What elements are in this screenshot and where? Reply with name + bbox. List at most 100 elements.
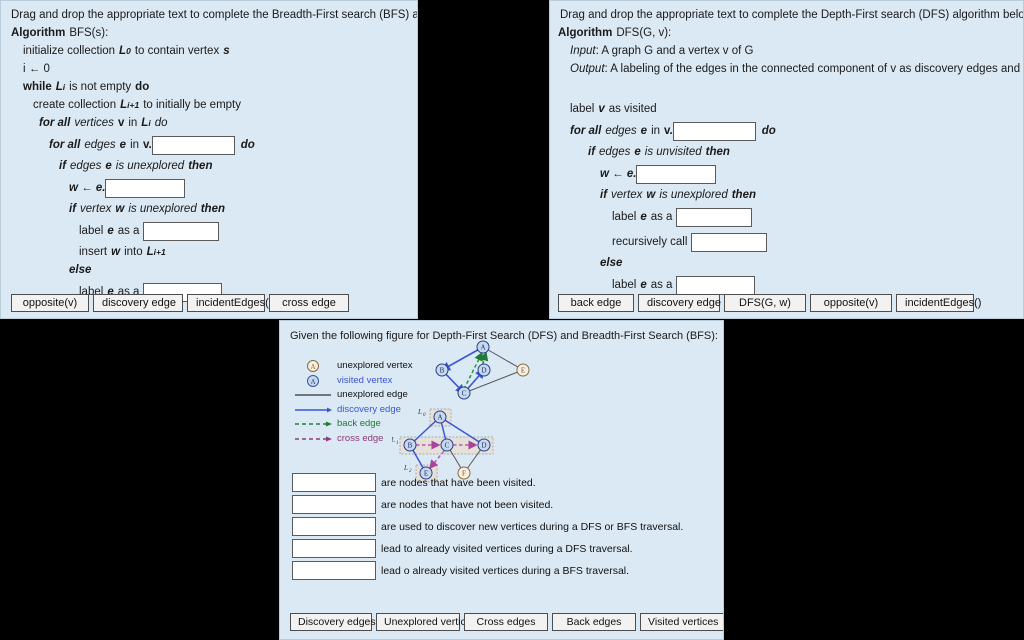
bfs-w-assign-text: w ← e. bbox=[69, 182, 106, 194]
bfs-i-assign-text: i ← 0 bbox=[23, 63, 50, 75]
bfs-line-else: else bbox=[1, 259, 417, 277]
dfs-forall-mid: edges bbox=[605, 125, 637, 137]
dfs-dropzone-5[interactable] bbox=[676, 276, 756, 295]
bfs-init-tail: to contain vertex bbox=[134, 45, 220, 57]
dfs-label1-text: label bbox=[612, 211, 637, 223]
bfs-insert-subscript: i+1 bbox=[153, 247, 166, 257]
bfs-if-vertex-var: w bbox=[115, 203, 125, 215]
dfs-input-text: : A graph G and a vertex v of G bbox=[595, 45, 754, 57]
bfs-line-if-vertex: if vertex w is unexplored then bbox=[1, 198, 417, 216]
bfs-forall1-subscript: i bbox=[148, 118, 151, 128]
dfs-if-edges-keyword: if bbox=[588, 146, 596, 158]
legend-row-unexplored-edge: unexplored edge bbox=[292, 388, 413, 403]
dfs-token-discovery-edge[interactable]: discovery edge bbox=[638, 294, 721, 312]
figure-dropzone-4[interactable] bbox=[292, 539, 376, 558]
bfs-if-edges-then: then bbox=[188, 160, 213, 172]
figure-dropzone-5[interactable] bbox=[292, 561, 376, 580]
dfs-if-edges-mid: edges bbox=[599, 146, 631, 158]
unexplored-vertex-icon: A bbox=[292, 359, 334, 373]
figure-token-unexplored-vertices[interactable]: Unexplored vertices bbox=[376, 613, 477, 631]
dfs-line-label-1: label e as a bbox=[550, 202, 1023, 227]
bfs-if-edges-var: e bbox=[105, 160, 112, 172]
dfs-heading-name: DFS(G, v): bbox=[616, 27, 672, 39]
svg-text:L: L bbox=[392, 436, 395, 444]
visited-vertex-icon: A bbox=[292, 374, 334, 388]
dfs-label-v-tail: as visited bbox=[608, 103, 657, 115]
bfs-if-edges-mid: edges bbox=[70, 160, 102, 172]
figure-token-visited-vertices[interactable]: Visited vertices bbox=[640, 613, 723, 631]
dfs-if-vertex-keyword: if bbox=[600, 189, 608, 201]
bfs-create-text: create collection bbox=[33, 99, 117, 111]
legend-label-cross-edge: cross edge bbox=[337, 432, 384, 444]
bfs-forall2-in: in bbox=[130, 139, 140, 151]
svg-text:1: 1 bbox=[396, 441, 399, 446]
figure-token-cross-edges[interactable]: Cross edges bbox=[464, 613, 548, 631]
dfs-dropzone-2[interactable] bbox=[636, 165, 717, 184]
bfs-create-subscript: i+1 bbox=[127, 100, 140, 110]
svg-text:E: E bbox=[521, 367, 525, 375]
dfs-line-label-v: label v as visited bbox=[550, 98, 1023, 116]
bfs-init-subscript: 0 bbox=[126, 46, 131, 56]
dfs-token-opposite[interactable]: opposite(v) bbox=[810, 294, 892, 312]
legend-row-visited-vertex: A visited vertex bbox=[292, 374, 413, 389]
svg-text:C: C bbox=[462, 390, 467, 398]
bfs-heading: Algorithm BFS(s): bbox=[1, 22, 417, 40]
figure-token-back-edges[interactable]: Back edges bbox=[552, 613, 636, 631]
bfs-else-keyword: else bbox=[69, 264, 92, 276]
dfs-forall-keyword: for all bbox=[570, 125, 602, 137]
bfs-token-tray: opposite(v) discovery edge incidentEdges… bbox=[11, 294, 349, 312]
figure-dropzone-2[interactable] bbox=[292, 495, 376, 514]
bfs-line-w-assign: w ← e. bbox=[1, 173, 417, 198]
dfs-dropzone-4[interactable] bbox=[691, 233, 768, 252]
bfs-create-symbol: L bbox=[120, 99, 128, 111]
statement-text-1: are nodes that have been visited. bbox=[381, 476, 536, 489]
bfs-line-i-assign: i ← 0 bbox=[1, 58, 417, 76]
bfs-init-text: initialize collection bbox=[23, 45, 116, 57]
bfs-forall2-mid: edges bbox=[84, 139, 116, 151]
legend-label-unexplored-edge: unexplored edge bbox=[337, 389, 408, 400]
svg-text:D: D bbox=[481, 367, 486, 375]
bfs-dropzone-3[interactable] bbox=[143, 222, 220, 241]
bfs-forall2-receiver: v. bbox=[143, 139, 152, 151]
statement-row-3: are used to discover new vertices during… bbox=[292, 517, 683, 536]
dfs-label1-tail: as a bbox=[650, 211, 673, 223]
dfs-label-v-var: v bbox=[598, 103, 605, 115]
dfs-token-dfs-call[interactable]: DFS(G, w) bbox=[724, 294, 806, 312]
bfs-token-opposite[interactable]: opposite(v) bbox=[11, 294, 89, 312]
dfs-line-if-edges: if edges e is unvisited then bbox=[550, 141, 1023, 159]
dfs-line-if-vertex: if vertex w is unexplored then bbox=[550, 184, 1023, 202]
dfs-line-label-2: label e as a bbox=[550, 270, 1023, 295]
dfs-line-recursive: recursively call bbox=[550, 227, 1023, 252]
bfs-forall2-keyword: for all bbox=[49, 139, 81, 151]
bfs-token-discovery-edge[interactable]: discovery edge bbox=[93, 294, 183, 312]
figure-token-discovery-edges[interactable]: Discovery edges bbox=[290, 613, 376, 631]
discovery-edge-icon bbox=[292, 405, 334, 415]
bfs-token-incident-edges[interactable]: incidentEdges() bbox=[187, 294, 272, 312]
svg-text:B: B bbox=[408, 442, 413, 450]
bfs-token-cross-edge[interactable]: cross edge bbox=[269, 294, 349, 312]
figure-dropzone-1[interactable] bbox=[292, 473, 376, 492]
bfs-line-while: while Li is not empty do bbox=[1, 76, 417, 94]
legend-label-discovery-edge: discovery edge bbox=[337, 403, 401, 415]
bfs-line-label-1: label e as a bbox=[1, 216, 417, 241]
dfs-label2-tail: as a bbox=[650, 279, 673, 291]
dfs-if-vertex-tail: is unexplored bbox=[659, 189, 728, 201]
dfs-label2-var: e bbox=[640, 279, 647, 291]
bfs-dropzone-1[interactable] bbox=[151, 136, 235, 155]
statement-text-2: are nodes that have not been visited. bbox=[381, 498, 554, 511]
figure-dropzone-3[interactable] bbox=[292, 517, 376, 536]
bfs-init-symbol: L bbox=[119, 45, 127, 57]
dfs-recursive-text: recursively call bbox=[612, 236, 688, 248]
dfs-dropzone-3[interactable] bbox=[676, 208, 753, 227]
bfs-forall2-do: do bbox=[240, 139, 255, 151]
svg-text:A: A bbox=[310, 363, 315, 371]
bfs-dropzone-2[interactable] bbox=[105, 179, 186, 198]
dfs-token-incident-edges[interactable]: incidentEdges() bbox=[896, 294, 981, 312]
bfs-insert-symbol: L bbox=[146, 246, 154, 258]
dfs-token-back-edge[interactable]: back edge bbox=[558, 294, 634, 312]
dfs-dropzone-1[interactable] bbox=[672, 122, 756, 141]
svg-text:A: A bbox=[437, 414, 442, 422]
bfs-if-vertex-keyword: if bbox=[69, 203, 77, 215]
dfs-algorithm-panel: Drag and drop the appropriate text to co… bbox=[549, 0, 1024, 319]
bfs-line-if-edges: if edges e is unexplored then bbox=[1, 155, 417, 173]
